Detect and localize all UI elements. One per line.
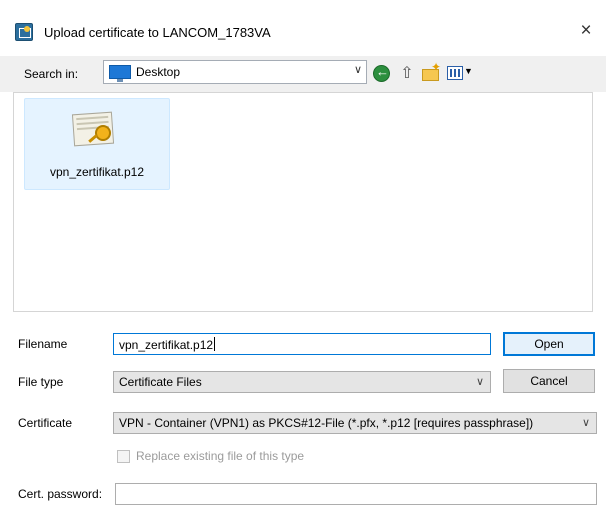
location-value: Desktop — [136, 65, 181, 79]
chevron-down-icon: ∨ — [475, 376, 484, 388]
chevron-down-icon: ∨ — [581, 417, 590, 429]
filename-input[interactable]: vpn_zertifikat.p12 — [113, 333, 491, 355]
password-input[interactable] — [115, 483, 597, 505]
file-item[interactable]: vpn_zertifikat.p12 — [24, 98, 170, 190]
new-folder-icon[interactable]: ✦ — [421, 60, 441, 84]
replace-checkbox[interactable] — [117, 450, 130, 463]
certificate-upload-icon — [15, 23, 33, 41]
password-label: Cert. password: — [18, 487, 103, 501]
open-button[interactable]: Open — [503, 332, 595, 356]
file-type-label: File type — [18, 375, 64, 389]
certificate-label: Certificate — [18, 416, 73, 430]
back-icon[interactable]: ← — [372, 64, 392, 84]
file-list-pane[interactable]: vpn_zertifikat.p12 — [13, 92, 593, 312]
chevron-down-icon[interactable]: ∨ — [354, 63, 362, 76]
certificate-select[interactable]: VPN - Container (VPN1) as PKCS#12-File (… — [113, 412, 597, 434]
filename-label: Filename — [18, 337, 68, 351]
location-combo[interactable]: Desktop ∨ — [103, 60, 367, 84]
title-bar: Upload certificate to LANCOM_1783VA × — [0, 0, 606, 56]
file-name: vpn_zertifikat.p12 — [49, 165, 145, 179]
cancel-button[interactable]: Cancel — [503, 369, 595, 393]
search-in-label: Search in: — [24, 67, 79, 81]
filename-value: vpn_zertifikat.p12 — [119, 338, 214, 352]
file-type-value: Certificate Files — [119, 375, 202, 389]
file-type-select[interactable]: Certificate Files ∨ — [113, 371, 491, 393]
replace-checkbox-label: Replace existing file of this type — [136, 449, 305, 463]
certificate-file-icon — [71, 107, 123, 151]
certificate-value: VPN - Container (VPN1) as PKCS#12-File (… — [119, 416, 534, 430]
up-folder-icon[interactable]: ⇧ — [397, 64, 417, 84]
window-title: Upload certificate to LANCOM_1783VA — [44, 25, 271, 40]
toolbar: Search in: Desktop ∨ ← ⇧ ✦ ▼ — [0, 56, 606, 92]
desktop-icon — [109, 65, 131, 82]
close-button[interactable]: × — [572, 18, 600, 44]
view-menu-icon[interactable]: ▼ — [447, 64, 475, 84]
